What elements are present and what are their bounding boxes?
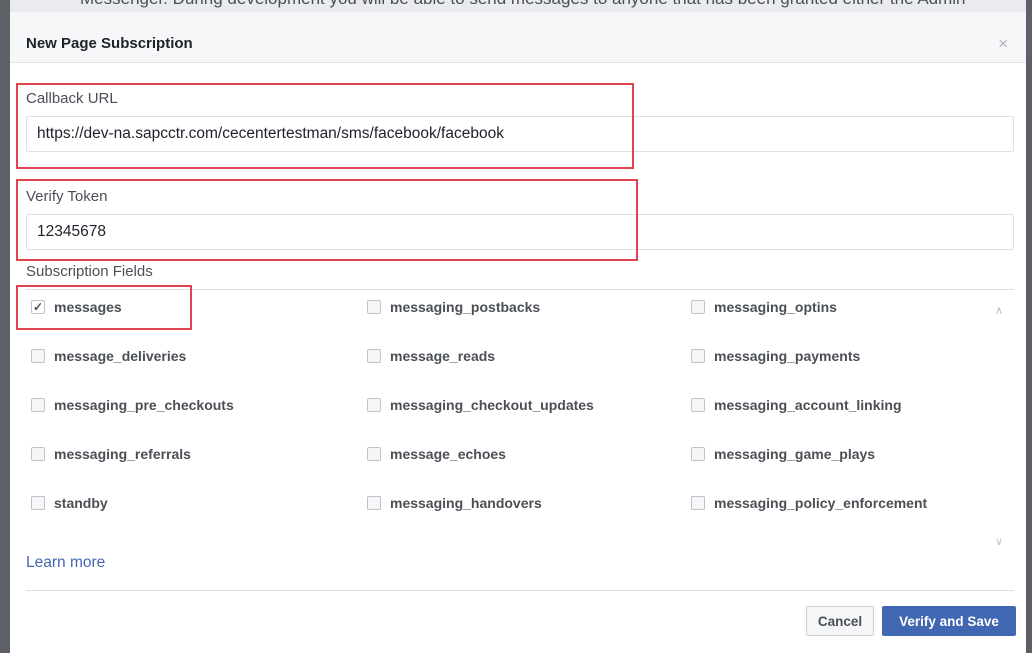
subscription-field-messaging-postbacks[interactable]: messaging_postbacks <box>367 299 540 315</box>
subscription-field-label: messaging_game_plays <box>714 446 876 462</box>
footer-divider <box>26 590 1014 591</box>
checkbox[interactable] <box>691 496 705 510</box>
subscription-field-label: messaging_pre_checkouts <box>54 397 234 413</box>
subscription-field-label: messaging_payments <box>714 348 861 364</box>
subscription-field-label: messaging_checkout_updates <box>390 397 594 413</box>
subscription-field-messaging-handovers[interactable]: messaging_handovers <box>367 495 542 511</box>
subscription-field-standby[interactable]: standby <box>31 495 108 511</box>
subscription-field-label: message_reads <box>390 348 496 364</box>
checkbox[interactable] <box>691 447 705 461</box>
subscription-field-label: messaging_handovers <box>390 495 542 511</box>
subscription-field-messaging-policy-enforcement[interactable]: messaging_policy_enforcement <box>691 495 927 511</box>
subscription-field-label: messaging_policy_enforcement <box>714 495 928 511</box>
checkbox[interactable] <box>367 447 381 461</box>
checkbox[interactable] <box>367 496 381 510</box>
checkbox[interactable] <box>31 496 45 510</box>
subscription-field-messages[interactable]: ✓ messages <box>31 299 122 315</box>
subscription-field-messaging-account-linking[interactable]: messaging_account_linking <box>691 397 902 413</box>
subscription-dialog: New Page Subscription × Callback URL htt… <box>10 12 1026 653</box>
subscription-field-label: messages <box>54 299 122 315</box>
checkbox[interactable] <box>367 349 381 363</box>
subscription-field-message-reads[interactable]: message_reads <box>367 348 495 364</box>
dialog-title: New Page Subscription <box>26 35 193 52</box>
checkbox[interactable] <box>367 300 381 314</box>
callback-url-input[interactable]: https://dev-na.sapcctr.com/cecentertestm… <box>26 116 1014 152</box>
subscription-field-label: message_echoes <box>390 446 506 462</box>
checkbox[interactable]: ✓ <box>31 300 45 314</box>
checkbox[interactable] <box>31 447 45 461</box>
subscription-field-messaging-checkout-updates[interactable]: messaging_checkout_updates <box>367 397 594 413</box>
subscription-fields-label: Subscription Fields <box>26 263 153 280</box>
subscription-field-messaging-payments[interactable]: messaging_payments <box>691 348 860 364</box>
verify-token-value: 12345678 <box>37 223 106 240</box>
background-text: Messenger. During development you will b… <box>80 0 966 9</box>
checkbox[interactable] <box>31 349 45 363</box>
checkbox[interactable] <box>691 398 705 412</box>
checkbox[interactable] <box>367 398 381 412</box>
chevron-down-icon[interactable]: ∨ <box>995 535 1003 548</box>
subscription-field-label: messaging_postbacks <box>390 299 541 315</box>
subscription-field-messaging-referrals[interactable]: messaging_referrals <box>31 446 191 462</box>
learn-more-link[interactable]: Learn more <box>26 554 105 572</box>
verify-token-input[interactable]: 12345678 <box>26 214 1014 250</box>
subscription-field-messaging-optins[interactable]: messaging_optins <box>691 299 837 315</box>
subscription-field-label: standby <box>54 495 108 511</box>
backdrop-left <box>0 0 10 653</box>
checkbox[interactable] <box>31 398 45 412</box>
chevron-up-icon[interactable]: ∧ <box>995 304 1003 317</box>
subscription-field-label: messaging_referrals <box>54 446 191 462</box>
close-icon[interactable]: × <box>998 34 1008 54</box>
subscription-field-label: message_deliveries <box>54 348 187 364</box>
dialog-header: New Page Subscription × <box>10 12 1026 63</box>
backdrop-right <box>1026 0 1032 653</box>
subscription-field-message-deliveries[interactable]: message_deliveries <box>31 348 186 364</box>
background-page: Messenger. During development you will b… <box>0 0 1032 12</box>
subscription-field-message-echoes[interactable]: message_echoes <box>367 446 506 462</box>
callback-url-label: Callback URL <box>26 90 118 107</box>
checkmark-icon: ✓ <box>32 300 44 314</box>
subscription-field-messaging-game-plays[interactable]: messaging_game_plays <box>691 446 875 462</box>
subscription-fields-grid: ✓ messages messaging_postbacks messaging_op… <box>26 290 990 545</box>
subscription-field-label: messaging_optins <box>714 299 837 315</box>
verify-token-label: Verify Token <box>26 188 108 205</box>
callback-url-value: https://dev-na.sapcctr.com/cecentertestm… <box>37 125 504 142</box>
checkbox[interactable] <box>691 300 705 314</box>
cancel-button[interactable]: Cancel <box>806 606 874 636</box>
checkbox[interactable] <box>691 349 705 363</box>
subscription-field-label: messaging_account_linking <box>714 397 902 413</box>
fields-scrollbar[interactable]: ∧ ∨ <box>992 290 1010 554</box>
verify-and-save-button[interactable]: Verify and Save <box>882 606 1016 636</box>
subscription-field-messaging-pre-checkouts[interactable]: messaging_pre_checkouts <box>31 397 234 413</box>
